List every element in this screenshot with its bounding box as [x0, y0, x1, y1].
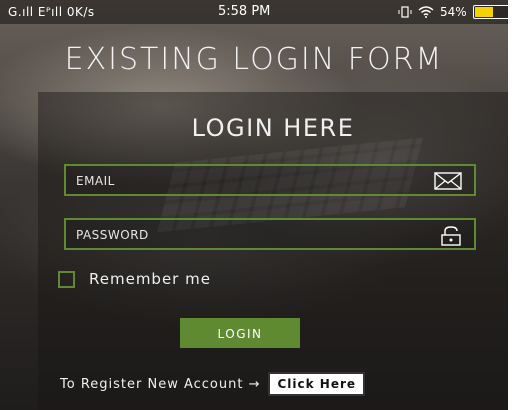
carrier-signal-text: G.ıll Eᴾıll 0K/s: [8, 5, 95, 19]
password-input[interactable]: [74, 224, 418, 246]
lock-icon: [441, 226, 461, 246]
remember-me-row[interactable]: Remember me: [58, 270, 211, 288]
login-heading: LOGIN HERE: [191, 114, 355, 142]
clock-text: 5:58 PM: [218, 4, 271, 19]
battery-fill: [474, 7, 494, 17]
status-icons: 54%: [398, 5, 508, 19]
battery-icon: [472, 5, 508, 19]
wifi-icon: [418, 6, 434, 18]
password-field[interactable]: [64, 218, 476, 250]
login-panel: LOGIN HERE Remember me LOGIN To: [38, 92, 508, 410]
email-input[interactable]: [74, 170, 418, 192]
remember-me-checkbox[interactable]: [58, 270, 75, 288]
battery-percent: 54%: [440, 5, 467, 19]
mail-icon: [434, 172, 462, 190]
login-button[interactable]: LOGIN: [180, 318, 300, 348]
register-prompt: To Register New Account →: [60, 376, 261, 392]
page-title: EXISTING LOGIN FORM: [64, 42, 444, 77]
register-row: To Register New Account → Click Here: [60, 372, 366, 396]
email-field[interactable]: [64, 164, 476, 196]
click-here-button[interactable]: Click Here: [268, 372, 366, 396]
phone-screen: G.ıll Eᴾıll 0K/s 5:58 PM 54% EXISTING LO…: [0, 0, 508, 410]
status-bar: G.ıll Eᴾıll 0K/s 5:58 PM 54%: [0, 0, 508, 24]
remember-me-label: Remember me: [89, 270, 211, 288]
vibrate-icon: [398, 6, 412, 18]
